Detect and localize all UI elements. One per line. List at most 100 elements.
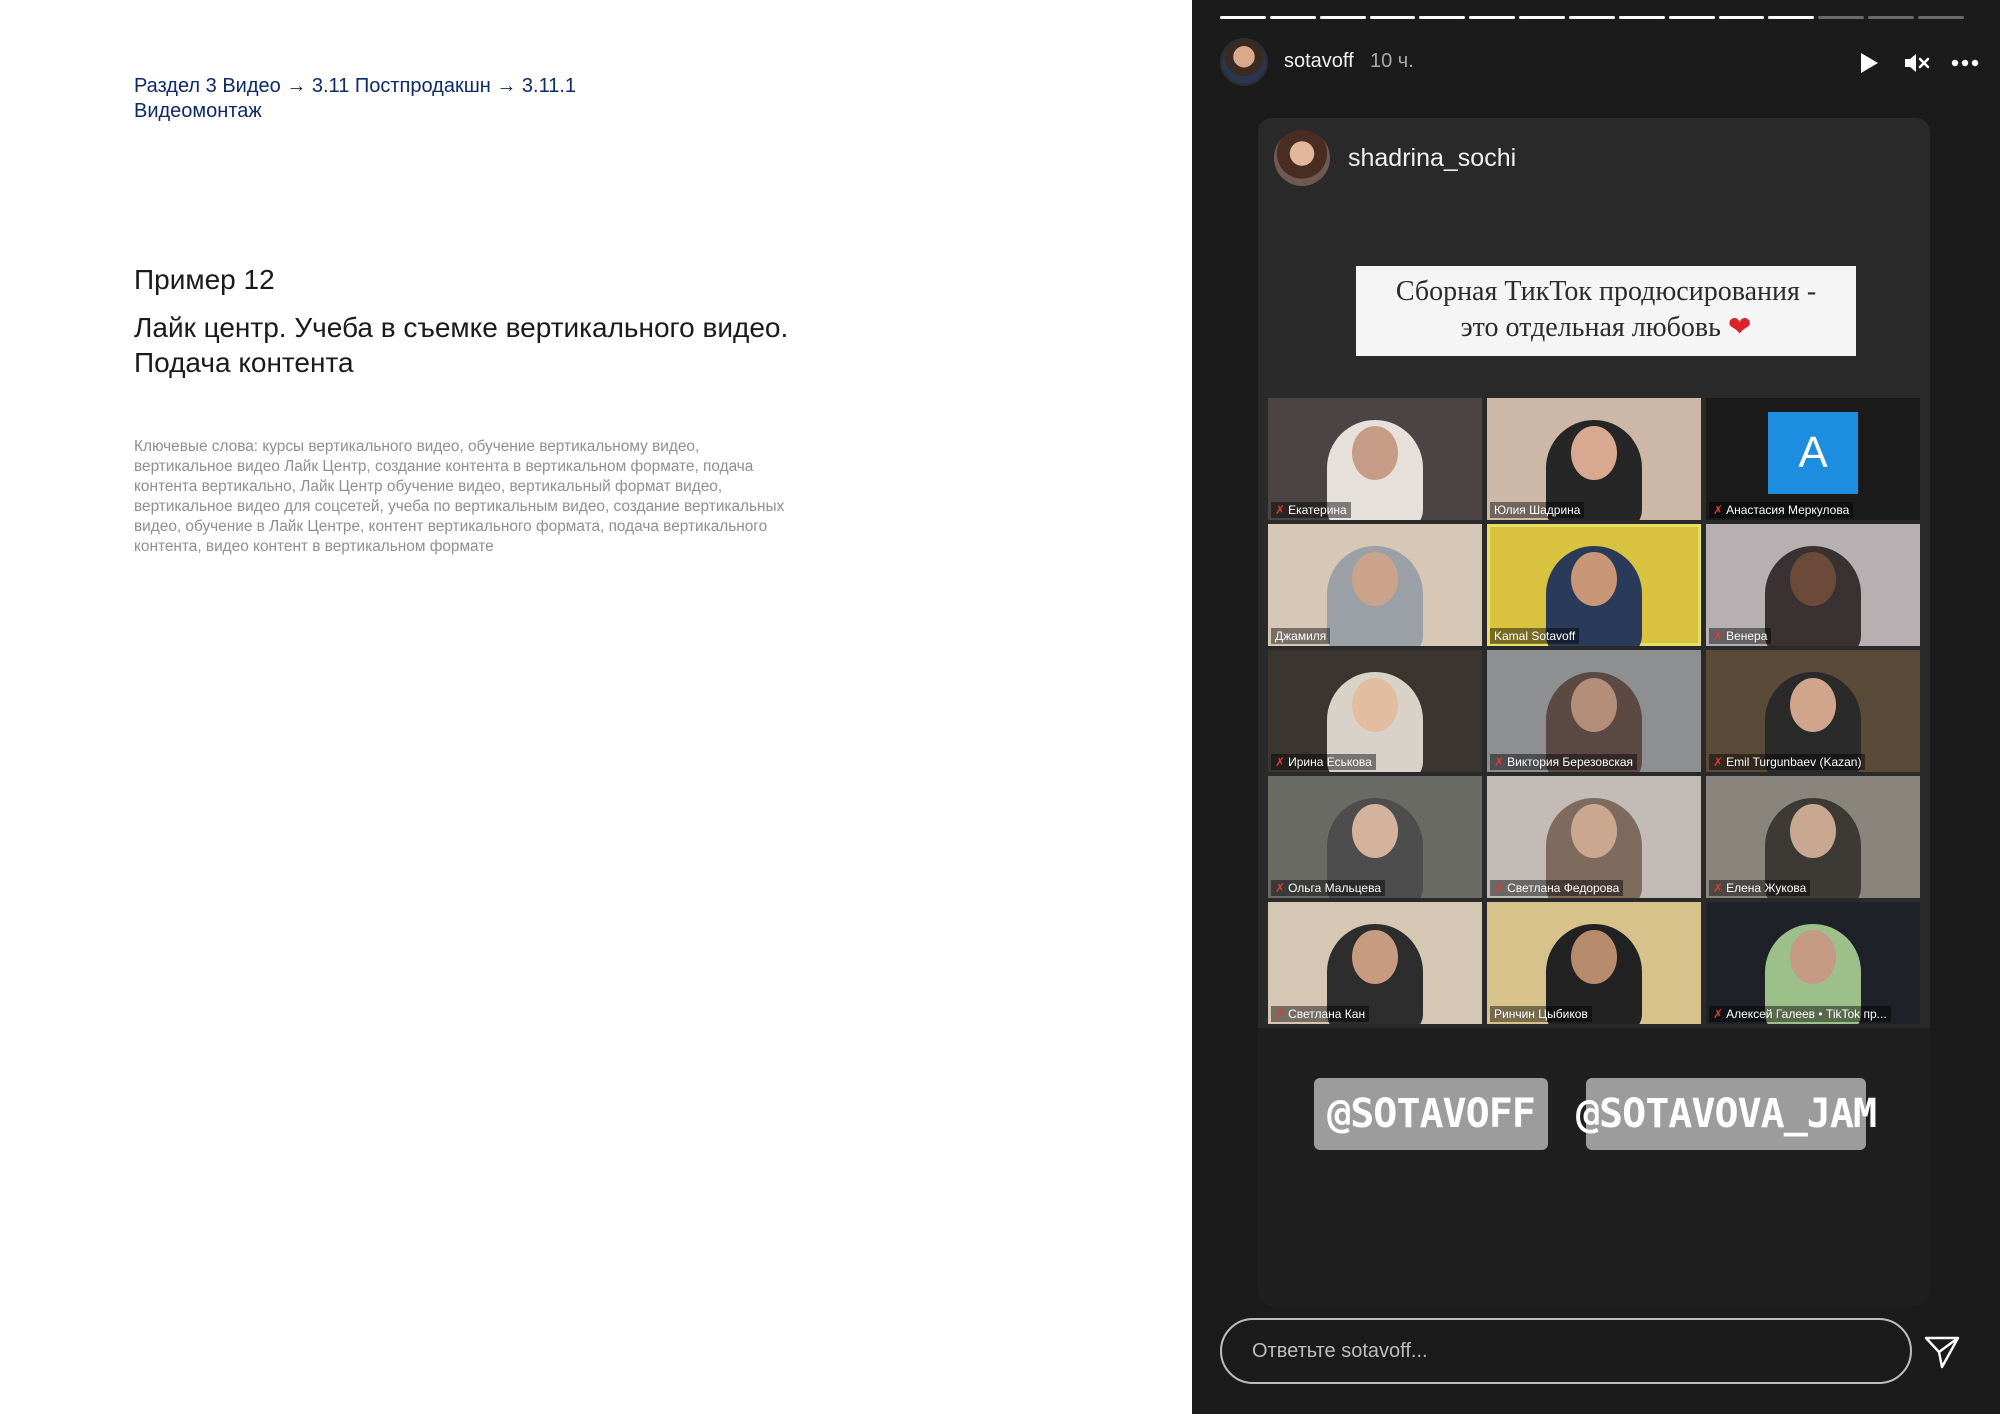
participant-name: Алексей Галеев • TikTok пр...: [1726, 1007, 1887, 1021]
progress-segment: [1768, 16, 1815, 19]
participant-tile: Юлия Шадрина: [1487, 398, 1701, 520]
muted-mic-icon: ✗: [1713, 881, 1724, 895]
participant-tile: ✗ Ирина Еськова: [1268, 650, 1482, 772]
participant-name-label: ✗ Ирина Еськова: [1271, 754, 1376, 770]
progress-segment: [1918, 16, 1964, 19]
participant-name: Виктория Березовская: [1507, 755, 1633, 769]
participant-tile: ✗ Алексей Галеев • TikTok пр...: [1706, 902, 1920, 1024]
story-header: sotavoff 10 ч.: [1220, 38, 1979, 88]
participant-name: Emil Turgunbaev (Kazan): [1726, 755, 1862, 769]
send-icon[interactable]: [1920, 1330, 1964, 1374]
reply-input[interactable]: [1220, 1318, 1912, 1384]
progress-segment: [1868, 16, 1915, 19]
participant-name-label: ✗ Венера: [1709, 628, 1772, 644]
participant-tile: A ✗ Анастасия Меркулова: [1706, 398, 1920, 520]
more-icon[interactable]: [1950, 48, 1980, 78]
participant-face: [1352, 804, 1398, 858]
play-icon[interactable]: [1854, 48, 1884, 78]
participant-name-label: Джамиля: [1271, 628, 1331, 644]
story-content[interactable]: shadrina_sochi Сборная ТикТок продюсиров…: [1258, 118, 1930, 1306]
caption-line-2-text: это отдельная любовь: [1460, 312, 1721, 343]
example-title: Лайк центр. Учеба в съемке вертикального…: [134, 312, 789, 378]
participant-name: Венера: [1726, 629, 1768, 643]
participant-initial-avatar: A: [1768, 412, 1858, 494]
muted-mic-icon: ✗: [1275, 1007, 1286, 1021]
participant-name-label: Юлия Шадрина: [1490, 502, 1585, 518]
story-username[interactable]: sotavoff: [1284, 50, 1354, 73]
mute-icon[interactable]: [1902, 48, 1932, 78]
participant-face: [1790, 804, 1836, 858]
progress-segment: [1668, 16, 1715, 19]
mention-tag-sotavova-jam[interactable]: @SOTAVOVA_JAM: [1576, 1078, 1877, 1150]
participant-tile: ✗ Виктория Березовская: [1487, 650, 1701, 772]
participant-name-label: ✗ Алексей Галеев • TikTok пр...: [1709, 1006, 1891, 1022]
source-username: shadrina_sochi: [1348, 144, 1517, 172]
participant-face: [1571, 552, 1617, 606]
participant-name: Елена Жукова: [1726, 881, 1807, 895]
participant-name: Ольга Мальцева: [1288, 881, 1382, 895]
progress-segment: [1369, 16, 1416, 19]
progress-segment: [1220, 16, 1266, 19]
caption-line-1: Сборная ТикТок продюсирования -: [1395, 276, 1817, 307]
participant-name: Джамиля: [1275, 629, 1327, 643]
progress-segment: [1718, 16, 1765, 19]
mention-tag-sotavoff[interactable]: @SOTAVOFF: [1314, 1078, 1548, 1150]
avatar[interactable]: [1220, 38, 1268, 86]
progress-segment: [1419, 16, 1466, 19]
mention-tags: @SOTAVOFF @SOTAVOVA_JAM: [1258, 1078, 1930, 1168]
participant-tile: Kamal Sotavoff: [1487, 524, 1701, 646]
participant-name-label: ✗ Екатерина: [1271, 502, 1351, 518]
participant-name-label: ✗ Елена Жукова: [1709, 880, 1811, 896]
participant-tile: Ринчин Цыбиков: [1487, 902, 1701, 1024]
participant-name-label: ✗ Emil Turgunbaev (Kazan): [1709, 754, 1866, 770]
participant-tile: ✗ Светлана Кан: [1268, 902, 1482, 1024]
caption-line-2: это отдельная любовь ❤: [1356, 310, 1856, 346]
participant-tile: ✗ Екатерина: [1268, 398, 1482, 520]
participant-tile: ✗ Венера: [1706, 524, 1920, 646]
participant-name-label: ✗ Светлана Федорова: [1490, 880, 1624, 896]
progress-segment: [1818, 16, 1865, 19]
participant-name: Екатерина: [1288, 503, 1347, 517]
participant-face: [1790, 552, 1836, 606]
muted-mic-icon: ✗: [1275, 755, 1286, 769]
participant-face: [1790, 678, 1836, 732]
muted-mic-icon: ✗: [1713, 629, 1724, 643]
muted-mic-icon: ✗: [1494, 881, 1505, 895]
participant-tile: Джамиля: [1268, 524, 1482, 646]
muted-mic-icon: ✗: [1275, 881, 1286, 895]
participant-face: [1571, 678, 1617, 732]
progress-segment: [1569, 16, 1615, 19]
participant-face: [1352, 678, 1398, 732]
source-avatar: [1274, 130, 1330, 186]
participant-name: Юлия Шадрина: [1494, 503, 1581, 517]
participant-tile: ✗ Ольга Мальцева: [1268, 776, 1482, 898]
video-call-grid: ✗ Екатерина Юлия Шадрина A ✗ Анастасия Меркул…: [1268, 398, 1920, 1024]
participant-face: [1352, 930, 1398, 984]
keywords-text: Ключевые слова: курсы вертикального виде…: [134, 438, 785, 555]
muted-mic-icon: ✗: [1275, 503, 1286, 517]
participant-face: [1352, 552, 1398, 606]
participant-face: [1571, 804, 1617, 858]
progress-segment: [1269, 16, 1316, 19]
muted-mic-icon: ✗: [1713, 1007, 1724, 1021]
muted-mic-icon: ✗: [1713, 503, 1724, 517]
muted-mic-icon: ✗: [1494, 755, 1505, 769]
participant-face: [1790, 930, 1836, 984]
muted-mic-icon: ✗: [1713, 755, 1724, 769]
story-viewer: sotavoff 10 ч. shadrina_sochi Сборная Ти…: [1192, 0, 2000, 1414]
participant-name: Анастасия Меркулова: [1726, 503, 1850, 517]
participant-tile: ✗ Emil Turgunbaev (Kazan): [1706, 650, 1920, 772]
breadcrumb: Раздел 3 Видео → 3.11 Постпродакшн → 3.1…: [134, 75, 577, 122]
participant-face: [1352, 426, 1398, 480]
participant-tile: ✗ Светлана Федорова: [1487, 776, 1701, 898]
story-caption: Сборная ТикТок продюсирования - это отде…: [1356, 266, 1856, 356]
participant-face: [1571, 930, 1617, 984]
participant-name-label: Ринчин Цыбиков: [1490, 1006, 1592, 1022]
participant-name-label: ✗ Виктория Березовская: [1490, 754, 1637, 770]
participant-name-label: ✗ Анастасия Меркулова: [1709, 502, 1854, 518]
progress-segment: [1519, 16, 1566, 19]
story-time: 10 ч.: [1370, 50, 1414, 72]
participant-name: Ирина Еськова: [1288, 755, 1372, 769]
participant-name: Светлана Кан: [1288, 1007, 1366, 1021]
participant-face: [1571, 426, 1617, 480]
